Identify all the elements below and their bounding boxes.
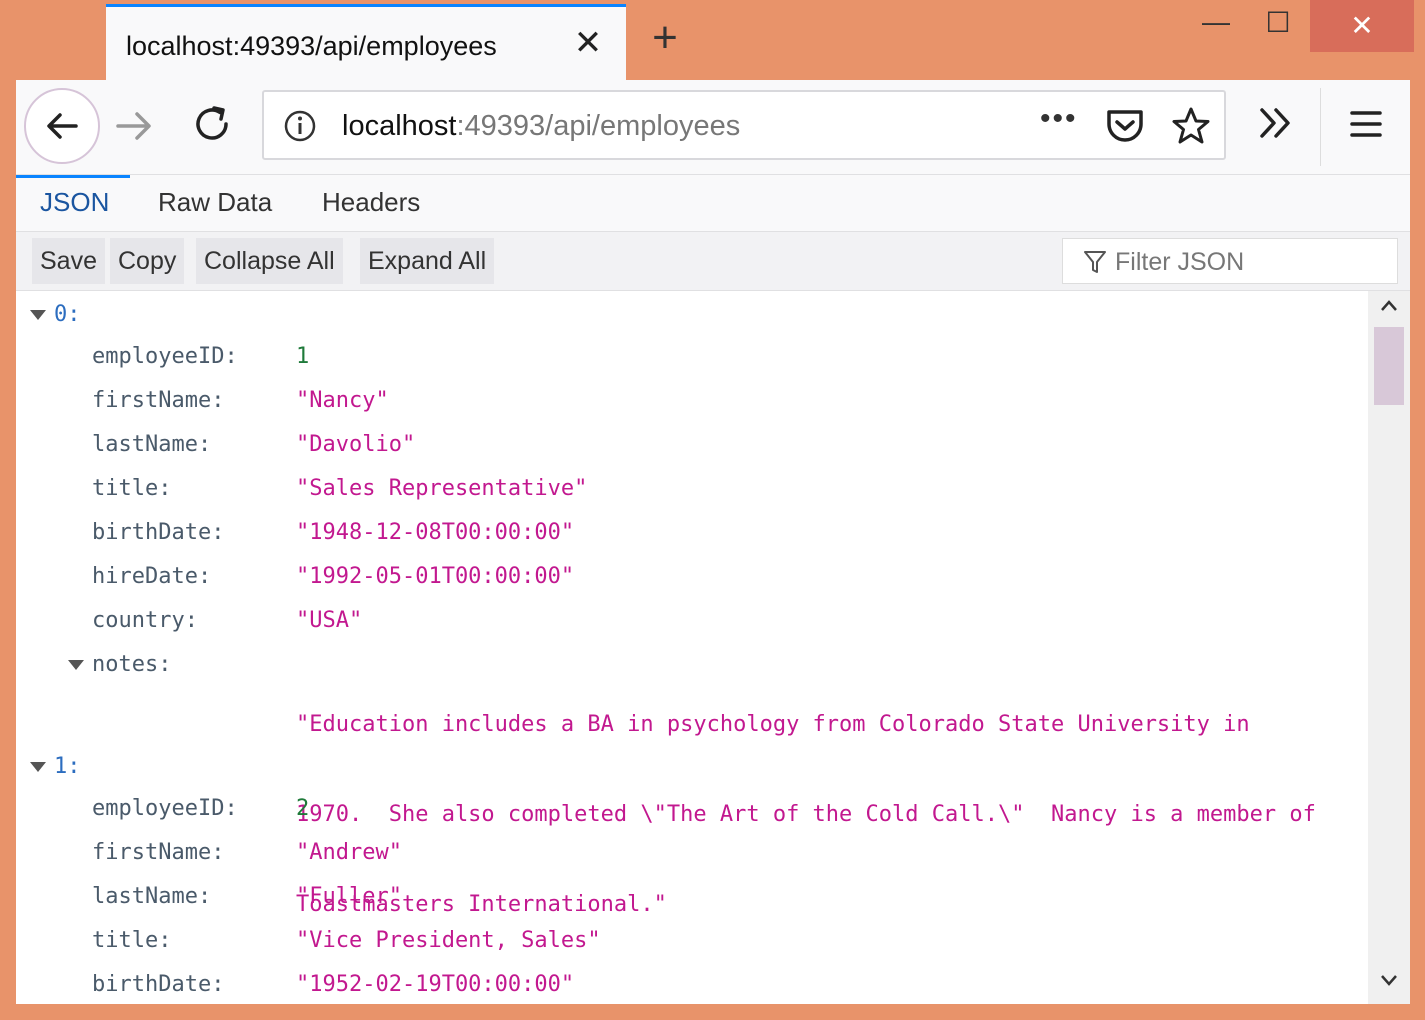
json-key: employeeID:	[92, 796, 238, 821]
json-row-notes: notes: "Education includes a BA in psych…	[16, 645, 1368, 917]
expand-toggle-icon[interactable]	[30, 310, 46, 320]
expand-all-button[interactable]: Expand All	[360, 238, 495, 284]
json-row: firstName: "Nancy"	[16, 381, 1356, 421]
info-icon[interactable]	[282, 108, 318, 144]
browser-client: localhost:49393/api/employees ••• JSON R…	[16, 80, 1410, 1004]
active-tab[interactable]: localhost:49393/api/employees ✕	[106, 4, 626, 80]
forward-button[interactable]	[112, 104, 156, 148]
json-key: birthDate:	[92, 972, 225, 997]
back-button[interactable]	[24, 88, 100, 164]
json-value: "Davolio"	[296, 432, 416, 457]
tab-title: localhost:49393/api/employees	[126, 31, 497, 61]
scroll-up-icon[interactable]	[1380, 299, 1398, 313]
json-value: 2	[296, 796, 310, 821]
filter-placeholder: Filter JSON	[1115, 248, 1245, 276]
record-index: 1:	[54, 754, 81, 779]
json-row: title: "Vice President, Sales"	[16, 921, 1356, 961]
json-row: employeeID: 1	[16, 337, 1356, 377]
json-row: hireDate: "1992-05-01T00:00:00"	[16, 557, 1356, 597]
navigation-toolbar: localhost:49393/api/employees •••	[16, 80, 1410, 175]
json-value: "Nancy"	[296, 388, 389, 413]
json-key: employeeID:	[92, 344, 238, 369]
url-host: localhost	[342, 110, 457, 142]
arrow-left-icon	[47, 113, 78, 139]
json-tree: 0: employeeID: 1 firstName: "Nancy" last…	[16, 291, 1368, 1004]
expand-toggle-icon[interactable]	[30, 762, 46, 772]
json-value: "Vice President, Sales"	[296, 928, 601, 953]
tab-close-icon[interactable]: ✕	[568, 23, 608, 63]
record-0-header[interactable]: 0:	[30, 295, 230, 335]
minimize-button[interactable]: —	[1186, 6, 1246, 46]
overflow-chevrons-icon[interactable]	[1254, 102, 1296, 144]
json-key: lastName:	[92, 432, 212, 457]
record-1-header[interactable]: 1:	[30, 747, 230, 787]
tab-json[interactable]: JSON	[40, 187, 109, 218]
collapse-toggle-icon[interactable]	[68, 660, 84, 670]
tab-raw-data[interactable]: Raw Data	[158, 187, 272, 218]
json-row: lastName: "Fuller"	[16, 877, 1356, 917]
url-path: :49393/api/employees	[456, 110, 741, 142]
save-button[interactable]: Save	[32, 238, 105, 284]
json-value: "1948-12-08T00:00:00"	[296, 520, 575, 545]
url-bar[interactable]: localhost:49393/api/employees •••	[262, 90, 1226, 160]
json-key: title:	[92, 476, 172, 501]
new-tab-button[interactable]: +	[643, 14, 687, 62]
tab-bar: localhost:49393/api/employees ✕ + — ☐ ✕	[0, 0, 1425, 80]
json-row: employeeID: 2	[16, 789, 1356, 829]
json-key: firstName:	[92, 388, 225, 413]
notes-line: "Education includes a BA in psychology f…	[296, 712, 1250, 737]
active-tab-indicator	[16, 175, 130, 178]
json-row: country: "USA"	[16, 601, 1356, 641]
reload-button[interactable]	[190, 102, 234, 146]
page-actions-icon[interactable]: •••	[1040, 102, 1078, 136]
json-value: "USA"	[296, 608, 363, 633]
json-key: firstName:	[92, 840, 225, 865]
funnel-icon	[1084, 251, 1106, 273]
tab-headers[interactable]: Headers	[322, 187, 420, 218]
vertical-scrollbar[interactable]	[1368, 291, 1410, 1004]
scrollbar-thumb[interactable]	[1374, 327, 1404, 405]
close-window-button[interactable]: ✕	[1310, 0, 1414, 52]
record-index: 0:	[54, 302, 81, 327]
json-row: birthDate: "1952-02-19T00:00:00"	[16, 965, 1356, 1004]
json-row: title: "Sales Representative"	[16, 469, 1356, 509]
json-key: lastName:	[92, 884, 212, 909]
scroll-down-icon[interactable]	[1380, 973, 1398, 987]
json-value: "1952-02-19T00:00:00"	[296, 972, 575, 997]
json-toolbar: Save Copy Collapse All Expand All Filter…	[16, 232, 1410, 291]
filter-json-input[interactable]: Filter JSON	[1062, 238, 1398, 284]
pocket-icon[interactable]	[1104, 106, 1146, 146]
bookmark-star-icon[interactable]	[1170, 106, 1212, 146]
maximize-button[interactable]: ☐	[1248, 6, 1308, 46]
url-text[interactable]: localhost:49393/api/employees	[342, 110, 740, 143]
copy-button[interactable]: Copy	[110, 238, 185, 284]
json-value: "Sales Representative"	[296, 476, 588, 501]
json-key: country:	[92, 608, 198, 633]
json-row: firstName: "Andrew"	[16, 833, 1356, 873]
json-key: title:	[92, 928, 172, 953]
browser-window: localhost:49393/api/employees ✕ + — ☐ ✕ …	[0, 0, 1425, 1020]
json-key: birthDate:	[92, 520, 225, 545]
toolbar-divider	[1320, 88, 1321, 166]
json-row: lastName: "Davolio"	[16, 425, 1356, 465]
hamburger-menu-icon[interactable]	[1346, 104, 1386, 144]
json-key: hireDate:	[92, 564, 212, 589]
json-value: "1992-05-01T00:00:00"	[296, 564, 575, 589]
collapse-all-button[interactable]: Collapse All	[196, 238, 343, 284]
json-key: notes:	[92, 652, 172, 677]
json-value: "Fuller"	[296, 884, 402, 909]
json-row: birthDate: "1948-12-08T00:00:00"	[16, 513, 1356, 553]
json-viewer-tabs: JSON Raw Data Headers	[16, 175, 1410, 232]
json-value: 1	[296, 344, 310, 369]
json-value: "Andrew"	[296, 840, 402, 865]
